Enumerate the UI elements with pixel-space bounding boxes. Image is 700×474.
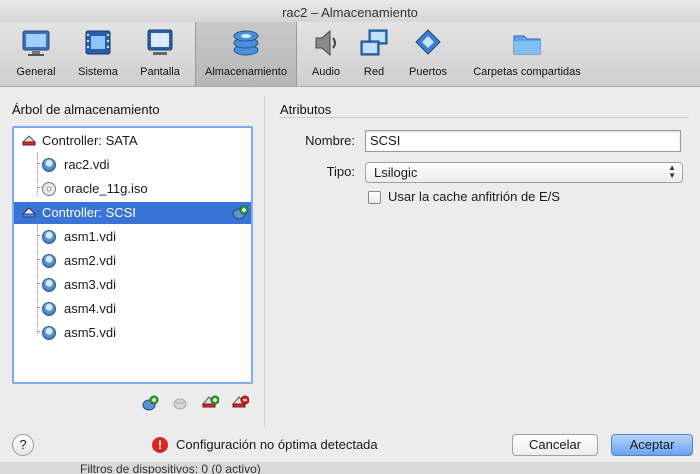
remove-attachment-icon[interactable] <box>171 394 189 412</box>
tree-item-asm3[interactable]: asm3.vdi <box>14 274 251 296</box>
network-icon <box>360 29 388 56</box>
optical-disc-icon <box>42 182 56 196</box>
controller-name-input[interactable]: SCSI <box>365 130 681 152</box>
attributes-heading: Atributos <box>280 102 332 117</box>
tree-row-label: Controller: SATA <box>42 133 138 148</box>
hard-disk-icon <box>42 230 56 244</box>
tree-row-label: asm2.vdi <box>64 253 117 268</box>
controller-type-value: Lsilogic <box>374 165 418 180</box>
tree-item-asm5[interactable]: asm5.vdi <box>14 322 251 344</box>
type-label: Tipo: <box>326 164 355 179</box>
toolbar-audio[interactable]: Audio <box>302 22 350 86</box>
tree-item-asm2[interactable]: asm2.vdi <box>14 250 251 272</box>
chip-icon <box>85 30 111 55</box>
tree-row-label: asm3.vdi <box>64 277 117 292</box>
toolbar-carpetas[interactable]: Carpetas compartidas <box>462 22 592 86</box>
background-window-strip: Filtros de dispositivos: 0 (0 activo) <box>0 462 700 474</box>
controller-icon <box>22 207 36 218</box>
host-io-cache-checkbox[interactable] <box>368 191 381 204</box>
toolbar-puertos[interactable]: Puertos <box>402 22 454 86</box>
storage-tree-heading: Árbol de almacenamiento <box>12 102 160 117</box>
cancel-button[interactable]: Cancelar <box>512 434 598 456</box>
storage-tree[interactable]: Controller: SATA rac2.vdi oracle_11g.iso… <box>12 126 253 384</box>
tree-row-label: asm4.vdi <box>64 301 117 316</box>
tree-item-asm4[interactable]: asm4.vdi <box>14 298 251 320</box>
host-io-cache-label: Usar la cache anfitrión de E/S <box>388 189 560 204</box>
controller-type-select[interactable]: Lsilogic ▲ ▼ <box>365 162 683 183</box>
tree-item-asm1[interactable]: asm1.vdi <box>14 226 251 248</box>
tree-controller-scsi[interactable]: Controller: SCSI <box>14 202 251 224</box>
add-attachment-icon[interactable] <box>141 394 159 412</box>
tree-row-label: rac2.vdi <box>64 157 110 172</box>
speaker-icon <box>315 29 336 57</box>
ports-icon <box>415 29 441 55</box>
add-controller-icon[interactable] <box>201 394 219 412</box>
toolbar-red[interactable]: Red <box>354 22 394 86</box>
attributes-divider <box>279 117 689 118</box>
help-button[interactable]: ? <box>12 434 34 456</box>
storage-icon <box>233 30 259 56</box>
toolbar-almacenamiento[interactable]: Almacenamiento <box>195 22 297 86</box>
updown-arrows-icon: ▲ ▼ <box>668 163 676 180</box>
add-disk-icon[interactable] <box>232 205 248 221</box>
controller-icon <box>22 135 36 146</box>
name-label: Nombre: <box>305 133 355 148</box>
panel-divider <box>264 96 265 428</box>
folder-icon <box>513 35 541 55</box>
hard-disk-icon <box>42 302 56 316</box>
monitor-icon <box>22 30 50 56</box>
tree-item-rac2[interactable]: rac2.vdi <box>14 154 251 176</box>
hard-disk-icon <box>42 278 56 292</box>
tree-row-label: oracle_11g.iso <box>64 181 148 196</box>
device-filters-text: Filtros de dispositivos: 0 (0 activo) <box>80 462 261 474</box>
tree-controller-sata[interactable]: Controller: SATA <box>14 130 251 152</box>
tree-item-oracle-iso[interactable]: oracle_11g.iso <box>14 178 251 200</box>
remove-controller-icon[interactable] <box>231 394 249 412</box>
toolbar-pantalla[interactable]: Pantalla <box>132 22 188 86</box>
tree-row-label: asm1.vdi <box>64 229 117 244</box>
ok-button[interactable]: Aceptar <box>611 434 693 456</box>
hard-disk-icon <box>42 158 56 172</box>
display-icon <box>147 29 173 55</box>
hard-disk-icon <box>42 326 56 340</box>
settings-toolbar: General Sistema Pantalla Almacenamiento … <box>0 22 700 87</box>
warning-message[interactable]: Configuración no óptima detectada <box>176 437 378 452</box>
tree-row-label: asm5.vdi <box>64 325 117 340</box>
tree-row-label: Controller: SCSI <box>42 205 136 220</box>
hard-disk-icon <box>42 254 56 268</box>
toolbar-general[interactable]: General <box>8 22 64 86</box>
toolbar-sistema[interactable]: Sistema <box>70 22 126 86</box>
warning-icon[interactable]: ! <box>152 437 168 453</box>
